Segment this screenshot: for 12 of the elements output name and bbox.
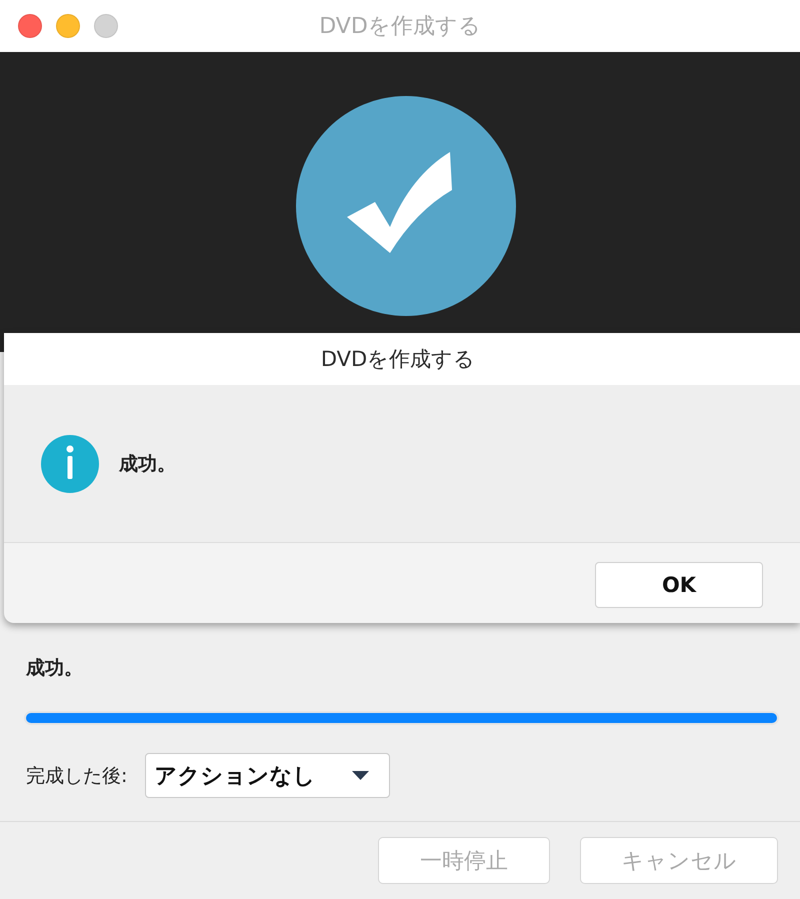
after-completion-dropdown[interactable]: アクションなし [145, 753, 390, 798]
status-text: 成功。 [26, 656, 83, 680]
info-icon [41, 434, 99, 492]
close-window-button[interactable] [18, 14, 42, 38]
window-title: DVDを作成する [319, 13, 482, 41]
dialog-title: DVDを作成する [320, 346, 476, 373]
ok-button[interactable]: OK [595, 562, 763, 608]
caret-icon [352, 771, 370, 780]
dialog-message: 成功。 [119, 452, 176, 476]
check-circle-icon [296, 96, 516, 316]
after-completion-label: 完成した後: [26, 764, 128, 788]
minimize-window-button[interactable] [56, 14, 80, 38]
